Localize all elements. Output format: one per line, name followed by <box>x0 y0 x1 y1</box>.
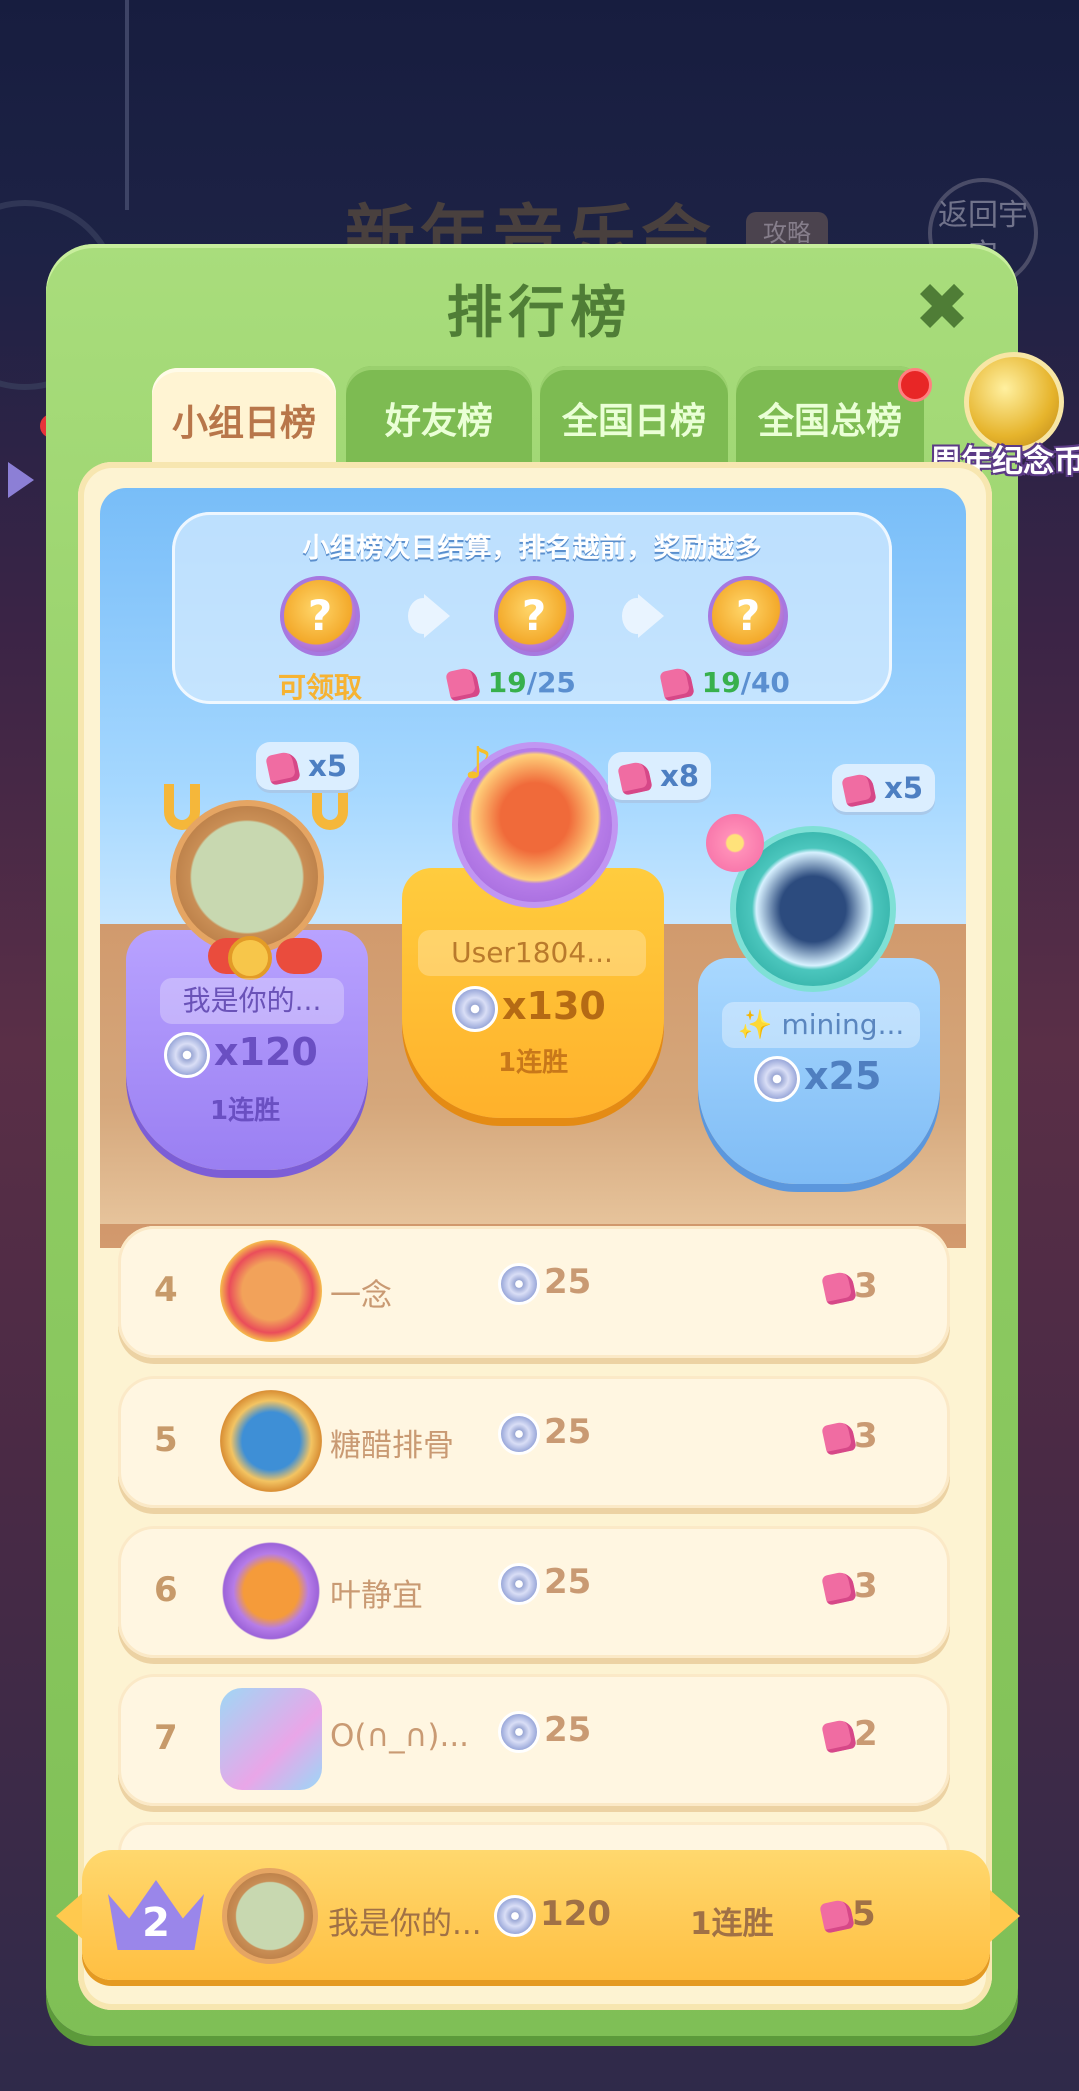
bow-decoration <box>276 938 322 974</box>
lotus-decoration <box>706 814 764 872</box>
disc-icon <box>498 1562 540 1605</box>
heart-icon <box>821 1569 857 1606</box>
player-score: 25 <box>498 1412 591 1455</box>
my-rank: 2 <box>142 1900 170 1946</box>
hanging-lamp-cord <box>125 0 129 210</box>
tab-national-daily[interactable]: 全国日榜 <box>540 366 728 468</box>
player-name: 糖醋排骨 <box>330 1428 454 1464</box>
bell-decoration <box>228 936 272 980</box>
table-row[interactable]: 7 O(∩_∩)... 25 2 <box>118 1674 950 1806</box>
heart-icon <box>265 750 301 786</box>
win-streak: 1连胜 <box>210 1096 281 1126</box>
heart-icon <box>445 666 481 702</box>
mystery-reward-icon[interactable]: ? <box>494 576 574 656</box>
disc-icon <box>452 985 498 1032</box>
player-name: 一念 <box>330 1278 392 1314</box>
music-note-icon: ♪ <box>464 738 493 789</box>
reward-claimable-label[interactable]: 可领取 <box>278 666 362 706</box>
my-score: 120 <box>494 1894 611 1937</box>
player-hearts: 3 <box>821 1266 878 1306</box>
disc-icon <box>498 1262 540 1305</box>
mystery-reward-icon[interactable]: ? <box>708 576 788 656</box>
coin-notification-dot <box>898 368 932 402</box>
my-hearts: 5 <box>819 1894 876 1934</box>
table-row[interactable]: 5 糖醋排骨 25 3 <box>118 1376 950 1508</box>
disc-icon <box>164 1031 210 1078</box>
rank-number: 5 <box>154 1420 178 1460</box>
hearts-bubble: x5 <box>256 742 359 790</box>
player-hearts: 2 <box>821 1714 878 1754</box>
player-score: x25 <box>754 1054 881 1102</box>
reward-progress: 19/25 <box>445 666 576 702</box>
mystery-reward-icon[interactable]: ? <box>280 576 360 656</box>
my-streak: 1连胜 <box>690 1906 774 1942</box>
player-score: 25 <box>498 1710 591 1753</box>
avatar[interactable] <box>220 1390 322 1492</box>
arrow-right-icon <box>638 594 664 638</box>
side-arrow-icon <box>8 462 34 498</box>
antler-decoration <box>312 784 348 830</box>
hearts-bubble: x8 <box>608 752 711 800</box>
disc-icon <box>498 1710 540 1753</box>
disc-icon <box>494 1894 536 1937</box>
reward-progress: 19/40 <box>659 666 790 702</box>
tab-friends[interactable]: 好友榜 <box>346 366 532 468</box>
player-name: O(∩_∩)... <box>330 1718 470 1754</box>
game-screen: 新年音乐会 攻略 返回宇宙 排行榜 ✖ 小组日榜 好友榜 全国日榜 全国总榜 周… <box>0 0 1079 2091</box>
player-name: 我是你的... <box>160 978 344 1024</box>
tab-national-total[interactable]: 全国总榜 <box>736 366 924 468</box>
rank-number: 6 <box>154 1570 178 1610</box>
rank-number: 4 <box>154 1270 178 1310</box>
heart-icon <box>659 666 695 702</box>
player-score: 25 <box>498 1262 591 1305</box>
heart-icon <box>821 1717 857 1754</box>
hearts-bubble: x5 <box>832 764 935 812</box>
table-row[interactable]: 6 叶静宜 25 3 <box>118 1526 950 1658</box>
arrow-right-icon <box>424 594 450 638</box>
avatar[interactable] <box>222 1868 318 1964</box>
heart-icon <box>821 1419 857 1456</box>
heart-icon <box>841 772 877 808</box>
avatar[interactable] <box>220 1540 322 1642</box>
disc-icon <box>754 1055 800 1102</box>
table-row[interactable]: 4 一念 25 3 <box>118 1226 950 1358</box>
avatar[interactable] <box>220 1240 322 1342</box>
player-name: ✨ mining... <box>722 1002 920 1048</box>
my-name: 我是你的... <box>328 1906 482 1942</box>
heart-icon <box>819 1897 855 1934</box>
player-score: x130 <box>452 984 606 1032</box>
heart-icon <box>617 760 653 796</box>
rank-number: 7 <box>154 1718 178 1758</box>
disc-icon <box>498 1412 540 1455</box>
heart-icon <box>821 1269 857 1306</box>
player-hearts: 3 <box>821 1566 878 1606</box>
player-name: User1804... <box>418 930 646 976</box>
close-icon[interactable]: ✖ <box>910 275 974 341</box>
player-score: 25 <box>498 1562 591 1605</box>
win-streak: 1连胜 <box>498 1048 569 1078</box>
player-score: x120 <box>164 1030 318 1078</box>
player-hearts: 3 <box>821 1416 878 1456</box>
avatar[interactable] <box>170 800 324 954</box>
avatar[interactable] <box>220 1688 322 1790</box>
player-name: 叶静宜 <box>330 1578 423 1614</box>
reward-info-text: 小组榜次日结算，排名越前，奖励越多 <box>302 533 762 564</box>
bar-tip <box>990 1890 1020 1942</box>
